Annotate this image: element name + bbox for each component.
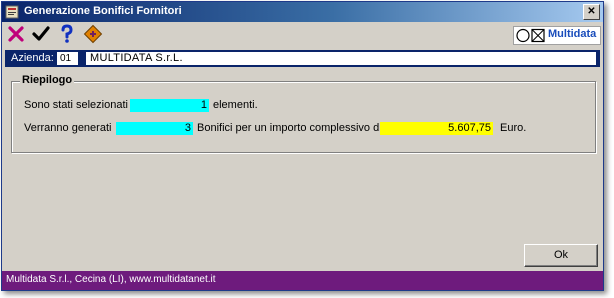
bonifici-count-field: 3 bbox=[116, 122, 193, 135]
close-x-icon[interactable] bbox=[6, 24, 26, 44]
status-bar: Multidata S.r.l., Cecina (LI), www.multi… bbox=[2, 271, 603, 290]
window-close-button[interactable]: ✕ bbox=[583, 4, 600, 20]
ok-button[interactable]: Ok bbox=[524, 244, 598, 267]
window-title: Generazione Bonifici Fornitori bbox=[24, 5, 182, 17]
riepilogo-title: Riepilogo bbox=[20, 74, 75, 86]
selected-label: Sono stati selezionati bbox=[24, 99, 128, 111]
brand-name: Multidata bbox=[548, 28, 597, 40]
currency-label: Euro. bbox=[500, 122, 527, 134]
azienda-bar: Azienda: 01 MULTIDATA S.r.L. bbox=[5, 50, 600, 67]
help-question-icon[interactable] bbox=[57, 24, 77, 44]
selected-suffix: elementi. bbox=[213, 99, 258, 111]
dialog-window: Generazione Bonifici Fornitori ✕ Multida… bbox=[1, 1, 604, 291]
selected-count-field: 1 bbox=[130, 99, 209, 112]
azienda-label: Azienda: bbox=[11, 52, 54, 64]
brand-logo: Multidata bbox=[513, 26, 601, 45]
riepilogo-group: Riepilogo Sono stati selezionati 1 eleme… bbox=[11, 74, 596, 153]
toolbar: Multidata bbox=[2, 23, 603, 47]
generated-label: Verranno generati bbox=[24, 122, 112, 134]
checkmark-icon[interactable] bbox=[31, 24, 51, 44]
status-text: Multidata S.r.l., Cecina (LI), www.multi… bbox=[6, 274, 216, 285]
close-icon: ✕ bbox=[587, 6, 596, 17]
bonifici-text: Bonifici per un importo complessivo di bbox=[197, 122, 382, 134]
title-bar[interactable]: Generazione Bonifici Fornitori ✕ bbox=[2, 2, 603, 22]
amount-field: 5.607,75 bbox=[380, 122, 493, 135]
app-icon bbox=[5, 5, 19, 19]
azienda-name-field: MULTIDATA S.r.L. bbox=[86, 52, 596, 65]
ok-label: Ok bbox=[553, 249, 569, 261]
logo-shapes-icon bbox=[516, 28, 545, 43]
azienda-code-field[interactable]: 01 bbox=[57, 52, 78, 65]
tools-icon[interactable] bbox=[83, 24, 103, 44]
